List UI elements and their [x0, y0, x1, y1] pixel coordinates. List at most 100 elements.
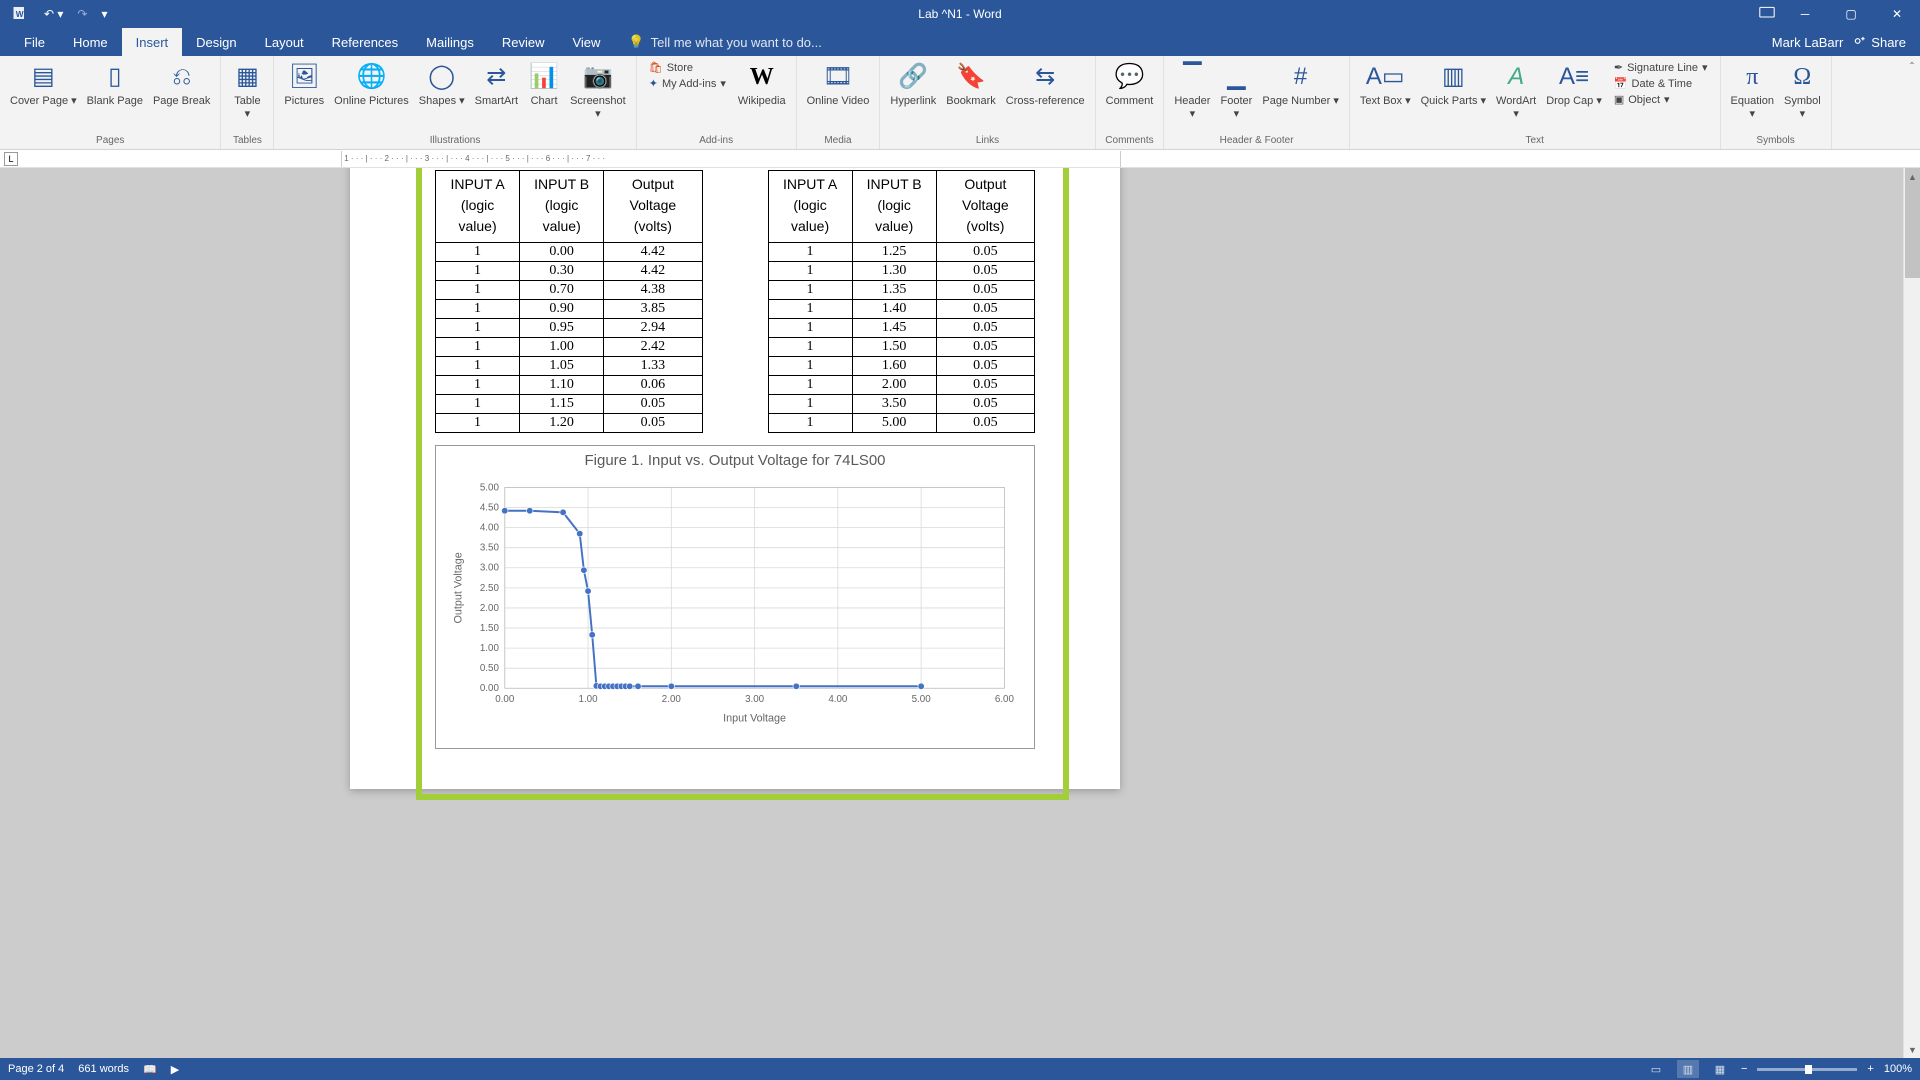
hyperlink-icon: 🔗	[897, 61, 929, 93]
smartart-button[interactable]: ⇄SmartArt	[471, 58, 522, 111]
user-name[interactable]: Mark LaBarr	[1772, 35, 1844, 50]
blank-page-button[interactable]: ▯Blank Page	[83, 58, 147, 111]
vertical-scrollbar[interactable]: ▲ ▼	[1903, 168, 1920, 1058]
hyperlink-button[interactable]: 🔗Hyperlink	[886, 58, 940, 111]
th-output: Output Voltage(volts)	[936, 171, 1034, 243]
zoom-slider[interactable]	[1757, 1068, 1857, 1071]
header-button[interactable]: ▔Header▾	[1170, 58, 1214, 124]
wordart-icon: A	[1500, 61, 1532, 93]
tab-review[interactable]: Review	[488, 28, 559, 56]
chart-object[interactable]: Figure 1. Input vs. Output Voltage for 7…	[435, 445, 1035, 749]
group-comments-label: Comments	[1105, 135, 1153, 149]
word-count[interactable]: 661 words	[78, 1063, 129, 1075]
print-layout-button[interactable]: ▥	[1677, 1060, 1699, 1078]
zoom-level[interactable]: 100%	[1884, 1063, 1912, 1075]
tab-insert[interactable]: Insert	[122, 28, 183, 56]
tab-mailings[interactable]: Mailings	[412, 28, 488, 56]
close-button[interactable]: ✕	[1874, 0, 1920, 28]
wikipedia-button[interactable]: WWikipedia	[734, 58, 790, 111]
comment-icon: 💬	[1113, 61, 1145, 93]
date-time-button[interactable]: 📅 Date & Time	[1612, 76, 1710, 91]
table-row: 11.500.05	[768, 337, 1035, 356]
bookmark-icon: 🔖	[955, 61, 987, 93]
page-indicator[interactable]: Page 2 of 4	[8, 1063, 64, 1075]
minimize-button[interactable]: ─	[1782, 0, 1828, 28]
scroll-down-button[interactable]: ▼	[1904, 1041, 1920, 1058]
tab-references[interactable]: References	[318, 28, 412, 56]
bookmark-button[interactable]: 🔖Bookmark	[942, 58, 1000, 111]
cross-reference-button[interactable]: ⇆Cross-reference	[1002, 58, 1089, 111]
svg-text:0.00: 0.00	[495, 694, 515, 705]
maximize-button[interactable]: ▢	[1828, 0, 1874, 28]
spellcheck-icon[interactable]: 📖	[143, 1063, 157, 1076]
my-addins-button[interactable]: ✦ My Add-ins ▾	[647, 76, 728, 91]
zoom-in-button[interactable]: +	[1867, 1063, 1873, 1075]
table-cell: 1	[768, 280, 852, 299]
cover-page-button[interactable]: ▤Cover Page ▾	[6, 58, 81, 111]
pictures-button[interactable]: 🖼Pictures	[280, 58, 328, 111]
undo-button[interactable]: ↶ ▾	[40, 5, 67, 23]
quickparts-button[interactable]: ▥Quick Parts ▾	[1417, 58, 1490, 111]
tab-layout[interactable]: Layout	[251, 28, 318, 56]
footer-button[interactable]: ▁Footer▾	[1216, 58, 1256, 124]
zoom-out-button[interactable]: −	[1741, 1063, 1747, 1075]
store-button[interactable]: 🛍 Store	[647, 60, 728, 75]
online-pictures-button[interactable]: 🌐Online Pictures	[330, 58, 413, 111]
wordart-button[interactable]: AWordArt▾	[1492, 58, 1540, 124]
table-cell: 1	[436, 242, 520, 261]
svg-text:1.50: 1.50	[480, 623, 500, 634]
shapes-button[interactable]: ◯Shapes ▾	[415, 58, 469, 111]
tab-selector[interactable]: L	[4, 152, 18, 166]
table-cell: 0.70	[520, 280, 604, 299]
signature-line-button[interactable]: ✒ Signature Line ▾	[1612, 60, 1710, 75]
svg-text:5.00: 5.00	[480, 482, 500, 493]
tell-me-search[interactable]: 💡 Tell me what you want to do...	[628, 34, 821, 50]
collapse-ribbon-button[interactable]: ˆ	[1910, 60, 1914, 74]
object-icon: ▣	[1614, 93, 1624, 106]
online-video-button[interactable]: 🎞Online Video	[803, 58, 874, 111]
redo-button[interactable]: ↷	[73, 5, 91, 23]
web-layout-button[interactable]: ▦	[1709, 1060, 1731, 1078]
equation-button[interactable]: πEquation▾	[1727, 58, 1778, 124]
th-input-b: INPUT B(logic value)	[520, 171, 604, 243]
scroll-up-button[interactable]: ▲	[1904, 168, 1920, 185]
svg-text:3.00: 3.00	[480, 562, 500, 573]
dropcap-button[interactable]: A≡Drop Cap ▾	[1542, 58, 1606, 111]
header-icon: ▔	[1176, 61, 1208, 93]
symbol-button[interactable]: ΩSymbol▾	[1780, 58, 1825, 124]
table-cell: 2.00	[852, 375, 936, 394]
share-button[interactable]: Share	[1853, 34, 1906, 51]
object-button[interactable]: ▣ Object ▾	[1612, 92, 1710, 107]
chart-button[interactable]: 📊Chart	[524, 58, 564, 111]
table-row: 11.350.05	[768, 280, 1035, 299]
table-row: 13.500.05	[768, 394, 1035, 413]
tab-file[interactable]: File	[10, 28, 59, 56]
online-pictures-icon: 🌐	[355, 61, 387, 93]
page-break-button[interactable]: ⎌Page Break	[149, 58, 214, 111]
textbox-button[interactable]: A▭Text Box ▾	[1356, 58, 1415, 111]
page-number-button[interactable]: #Page Number ▾	[1258, 58, 1342, 111]
table-button[interactable]: ▦Table▾	[227, 58, 267, 124]
tab-view[interactable]: View	[558, 28, 614, 56]
horizontal-ruler[interactable]: 1 · · · | · · · 2 · · · | · · · 3 · · · …	[341, 151, 1121, 167]
tab-home[interactable]: Home	[59, 28, 122, 56]
macros-icon[interactable]: ▶	[171, 1063, 179, 1076]
touch-mode-icon[interactable]	[1759, 6, 1775, 23]
store-icon: 🛍	[649, 61, 663, 74]
textbox-icon: A▭	[1369, 61, 1401, 93]
qat-customize[interactable]: ▾	[97, 5, 111, 23]
document-canvas[interactable]: Table 2. Output Voltages for various Inp…	[0, 168, 1920, 1058]
comment-button[interactable]: 💬Comment	[1102, 58, 1158, 111]
tab-design[interactable]: Design	[182, 28, 250, 56]
read-mode-button[interactable]: ▭	[1645, 1060, 1667, 1078]
screenshot-button[interactable]: 📷Screenshot▾	[566, 58, 630, 124]
svg-text:2.00: 2.00	[662, 694, 682, 705]
group-pages-label: Pages	[96, 135, 124, 149]
th-input-a: INPUT A(logic value)	[436, 171, 520, 243]
table-cell: 1	[768, 394, 852, 413]
chart-title: Figure 1. Input vs. Output Voltage for 7…	[446, 452, 1024, 469]
wikipedia-icon: W	[746, 61, 778, 93]
table-cell: 4.38	[604, 280, 702, 299]
shapes-icon: ◯	[426, 61, 458, 93]
table-cell: 5.00	[852, 413, 936, 432]
